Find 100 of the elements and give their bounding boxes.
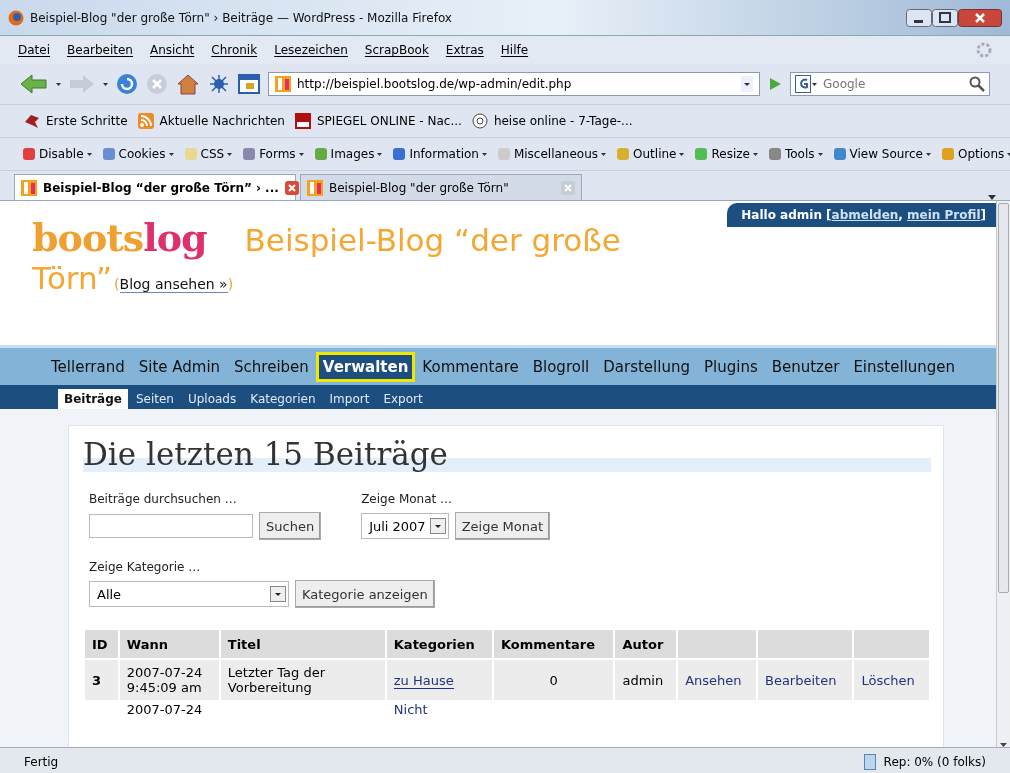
show-month-button[interactable]: Zeige Monat [454, 512, 550, 540]
throbber-icon [976, 42, 992, 58]
menu-item[interactable]: Hilfe [500, 43, 529, 57]
rep-status: Rep: 0% (0 folks) [883, 754, 986, 769]
submenu-tab[interactable]: Seiten [129, 389, 180, 409]
admin-menu-tab[interactable]: Benutzer [764, 351, 847, 382]
toolbar-menu[interactable]: Outline [633, 147, 677, 161]
field-label: Beiträge durchsuchen … [89, 492, 238, 506]
menu-item[interactable]: ScrapBook [364, 43, 429, 57]
submenu-tab[interactable]: Export [377, 389, 429, 409]
caret-icon[interactable] [752, 152, 758, 156]
category-link[interactable]: Nicht [393, 702, 428, 717]
submenu-tab[interactable]: Import [323, 389, 376, 409]
menu-item[interactable]: Datei [18, 43, 50, 57]
close-icon[interactable] [958, 8, 1002, 27]
table-cell: 3 [85, 660, 118, 700]
blog-title: Beispiel-Blog “der große [244, 222, 621, 258]
admin-menu-tab[interactable]: Site Admin [131, 351, 228, 382]
dropdown[interactable]: Alle [89, 581, 289, 607]
caret-icon[interactable] [86, 152, 92, 156]
table-cell: Letzter Tag der Vorbereitung [220, 660, 385, 700]
toolbar-menu[interactable]: CSS [200, 147, 225, 161]
admin-menu-tab[interactable]: Einstellungen [846, 351, 963, 382]
view-blog-link[interactable]: Blog ansehen » [119, 276, 228, 293]
submenu-tab[interactable]: Beiträge [58, 389, 128, 409]
toolbar-menu[interactable]: Forms [259, 147, 296, 161]
address-field[interactable]: http://beispiel.bootslog.de/wp-admin/edit.php [268, 72, 760, 96]
toolbar-menu[interactable]: Options [958, 147, 1005, 161]
show-category-button[interactable]: Kategorie anzeigen [295, 580, 435, 608]
caret-icon[interactable] [679, 152, 685, 156]
minimize-icon[interactable] [906, 8, 932, 27]
search-button[interactable]: Suchen [259, 512, 322, 540]
field-label: Zeige Kategorie … [89, 560, 202, 574]
back-arrow-icon[interactable] [20, 73, 48, 95]
bookmark-link[interactable]: heise online - 7-Tage-... [493, 114, 633, 128]
bootslog-logo[interactable]: bootslog [32, 215, 207, 260]
menu-item[interactable]: Extras [445, 43, 484, 57]
admin-menu-tab[interactable]: Verwalten [315, 351, 416, 382]
window-title: Beispiel-Blog "der große Törn" › Beiträge — WordPress - Mozilla Firefox [30, 10, 452, 25]
admin-menu-tab[interactable]: Tellerrand [44, 351, 132, 382]
bookmark-link[interactable]: Erste Schritte [46, 114, 128, 128]
caret-icon[interactable] [377, 152, 383, 156]
reload-icon[interactable] [116, 73, 138, 95]
submenu-tab[interactable]: Kategorien [244, 389, 322, 409]
dropdown[interactable]: Juli 2007 [361, 513, 449, 539]
toolbar-menu[interactable]: Cookies [118, 147, 166, 161]
toolbar-menu[interactable]: Tools [784, 147, 815, 161]
toolbar-menu[interactable]: View Source [849, 147, 923, 161]
parenthesis: ) [227, 276, 234, 292]
admin-menu-tab[interactable]: Blogroll [525, 351, 597, 382]
caret-icon[interactable] [926, 152, 931, 156]
logout-link[interactable]: abmelden [831, 208, 899, 222]
dropdown-caret-icon [270, 586, 286, 602]
firefox-icon [8, 9, 24, 26]
search-field[interactable] [89, 514, 253, 538]
close-tab-icon[interactable] [284, 180, 299, 195]
table-cell: 2007-07-24 9:45:09 am [119, 660, 219, 700]
column-header: ID [85, 630, 118, 658]
search-icon[interactable] [969, 76, 985, 92]
toolbar-menu[interactable]: Resize [711, 147, 750, 161]
admin-menu-tab[interactable]: Plugins [696, 351, 765, 382]
field-label: Zeige Monat … [361, 492, 454, 506]
caret-icon[interactable] [298, 152, 304, 156]
column-header: Kommentare [493, 630, 614, 658]
tab-list-caret-icon[interactable] [988, 195, 996, 200]
caret-icon[interactable] [56, 82, 61, 86]
search-bar[interactable]: Google [790, 72, 990, 96]
menu-item[interactable]: Bearbeiten [67, 43, 133, 57]
table-cell-text: 2007-07-24 [125, 702, 204, 717]
browser-tab[interactable]: Beispiel-Blog "der große Törn" [300, 174, 582, 200]
caret-icon[interactable] [481, 152, 487, 156]
page-icon [863, 753, 876, 770]
submenu-tab[interactable]: Uploads [181, 389, 243, 409]
toolbar-menu[interactable]: Information [409, 147, 479, 161]
menu-item[interactable]: Ansicht [149, 43, 195, 57]
home-icon[interactable] [176, 73, 200, 95]
caret-icon[interactable] [741, 76, 753, 92]
table-cell: admin [615, 660, 677, 700]
caret-icon[interactable] [227, 152, 233, 156]
toolbar-menu[interactable]: Miscellaneous [513, 147, 599, 161]
caret-icon[interactable] [601, 152, 607, 156]
maximize-icon[interactable] [932, 8, 958, 27]
blog-title: Törn” [32, 260, 113, 296]
bookmark-link[interactable]: SPIEGEL ONLINE - Nac... [317, 114, 462, 128]
toolbar-menu[interactable]: Images [330, 147, 375, 161]
admin-menu-tab[interactable]: Schreiben [227, 351, 316, 382]
admin-menu-tab[interactable]: Darstellung [596, 351, 697, 382]
browser-tab[interactable]: Beispiel-Blog “der große Törn” › ... [14, 174, 296, 200]
caret-icon[interactable] [1007, 152, 1010, 156]
profile-link[interactable]: mein Profil [907, 208, 981, 222]
bookmark-link[interactable]: Aktuelle Nachrichten [159, 114, 285, 128]
site-logo-icon [21, 179, 37, 196]
menu-item[interactable]: Chronik [211, 43, 258, 57]
admin-menu-tab[interactable]: Kommentare [415, 351, 526, 382]
caret-icon[interactable] [168, 152, 174, 156]
caret-icon[interactable] [817, 152, 823, 156]
window-icon[interactable] [238, 74, 260, 94]
caret-icon[interactable] [103, 82, 108, 86]
menu-item[interactable]: Lesezeichen [274, 43, 348, 57]
toolbar-menu[interactable]: Disable [39, 147, 84, 161]
